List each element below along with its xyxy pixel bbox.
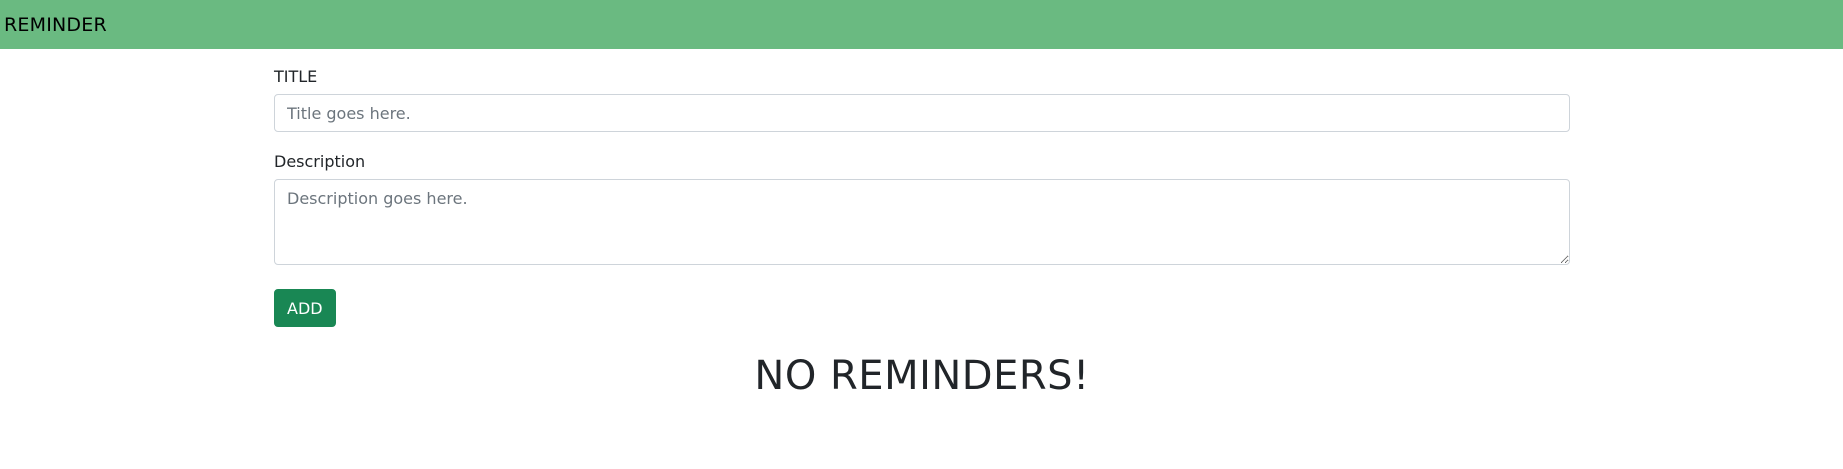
add-button[interactable]: ADD (274, 289, 336, 327)
reminder-form-container: TITLE Description ADD NO REMINDERS! (274, 67, 1570, 399)
navbar: REMINDER (0, 0, 1843, 49)
empty-state-message: NO REMINDERS! (754, 353, 1090, 399)
title-label: TITLE (274, 67, 318, 86)
brand-title[interactable]: REMINDER (4, 14, 107, 36)
title-input[interactable] (274, 94, 1570, 132)
description-textarea[interactable] (274, 179, 1570, 265)
description-label: Description (274, 152, 366, 171)
